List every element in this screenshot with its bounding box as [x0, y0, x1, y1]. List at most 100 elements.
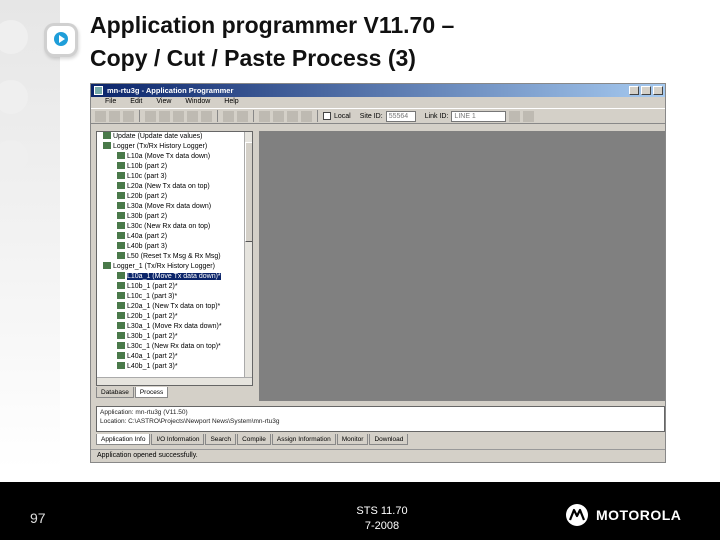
tree-item[interactable]: L20a_1 (New Tx data on top)*: [97, 302, 252, 312]
motorola-m-icon: [566, 504, 588, 526]
tree-item[interactable]: L30b (part 2): [97, 212, 252, 222]
watermark-logo: [0, 20, 28, 54]
link-id-select[interactable]: LINE 1: [451, 110, 507, 122]
tree-item[interactable]: L10b_1 (part 2)*: [97, 282, 252, 292]
process-icon: [117, 312, 125, 319]
window-icon[interactable]: [523, 110, 535, 122]
tab-compile[interactable]: Compile: [237, 434, 271, 445]
tree-item-label: L30a_1 (Move Rx data down)*: [127, 323, 222, 330]
process-icon: [103, 132, 111, 139]
maximize-icon[interactable]: [641, 86, 651, 95]
local-checkbox[interactable]: [323, 112, 331, 120]
process-icon: [117, 362, 125, 369]
slide-footer: 97 STS 11.70 7-2008 MOTOROLA: [0, 482, 720, 540]
link-id-label: Link ID:: [424, 112, 449, 120]
tree-item-label: L20a_1 (New Tx data on top)*: [127, 303, 221, 310]
tab-database[interactable]: Database: [96, 387, 134, 398]
status-bar: Application opened successfully.: [91, 449, 665, 462]
tree-vertical-scrollbar[interactable]: [244, 132, 252, 385]
process-tree: Update (Update date values) Logger (Tx/Rx…: [96, 131, 253, 386]
close-icon[interactable]: [653, 86, 663, 95]
tree-item-label: L30b_1 (part 2)*: [127, 333, 178, 340]
tree-item[interactable]: L10c (part 3): [97, 172, 252, 182]
process-icon: [117, 182, 125, 189]
compile-icon[interactable]: [259, 110, 270, 122]
tree-item-label: L40a (part 2): [127, 233, 168, 240]
monitor-icon[interactable]: [287, 110, 298, 122]
app-icon: [94, 86, 103, 95]
tree-item-label: L20a (New Tx data on top): [127, 183, 210, 190]
copy-icon[interactable]: [173, 110, 184, 122]
tab-process[interactable]: Process: [134, 387, 169, 398]
tab-download[interactable]: Download: [369, 434, 409, 445]
tree-item-label: L40b (part 3): [127, 243, 168, 250]
help-icon[interactable]: [509, 110, 521, 122]
local-label: Local: [334, 112, 351, 120]
tree-item-label: L20b_1 (part 2)*: [127, 313, 178, 320]
tree-item[interactable]: L40b (part 3): [97, 242, 252, 252]
watermark-logo: [0, 140, 28, 174]
tree-item-label: Logger_1 (Tx/Rx History Logger): [113, 263, 215, 270]
find-icon[interactable]: [145, 110, 156, 122]
tree-item[interactable]: L30b_1 (part 2)*: [97, 332, 252, 342]
open-icon[interactable]: [109, 110, 120, 122]
undo-icon[interactable]: [223, 110, 234, 122]
window-title: mn-rtu3g - Application Programmer: [107, 86, 234, 95]
tree-item-label: L40b_1 (part 3)*: [127, 363, 178, 370]
brand-name: MOTOROLA: [596, 507, 682, 523]
tab-monitor[interactable]: Monitor: [336, 434, 369, 445]
footer-date: 7-2008: [364, 520, 400, 532]
site-id-input[interactable]: 55564: [385, 110, 416, 122]
process-icon: [117, 152, 125, 159]
process-icon: [117, 332, 125, 339]
tree-item[interactable]: L10a (Move Tx data down): [97, 152, 252, 162]
tree-item[interactable]: L10b (part 2): [97, 162, 252, 172]
save-icon[interactable]: [123, 110, 134, 122]
tree-item[interactable]: L30a_1 (Move Rx data down)*: [97, 322, 252, 332]
footer-version: STS 11.70: [356, 505, 408, 517]
redo-icon[interactable]: [237, 110, 248, 122]
cut-icon[interactable]: [159, 110, 170, 122]
settings-icon[interactable]: [301, 110, 312, 122]
tree-item[interactable]: L50 (Reset Tx Msg & Rx Msg): [97, 252, 252, 262]
tree-item[interactable]: L30c (New Rx data on top): [97, 222, 252, 232]
tree-item[interactable]: L20b (part 2): [97, 192, 252, 202]
toolbar-separator: [253, 110, 254, 122]
tree-item[interactable]: L30a (Move Rx data down): [97, 202, 252, 212]
output-log: Application: mn-rtu3g (V11.50) Location:…: [96, 406, 665, 432]
delete-icon[interactable]: [201, 110, 212, 122]
paste-icon[interactable]: [187, 110, 198, 122]
tree-item[interactable]: L20b_1 (part 2)*: [97, 312, 252, 322]
menu-edit[interactable]: Edit: [130, 98, 142, 108]
tree-horizontal-scrollbar[interactable]: [97, 377, 252, 385]
tree-item[interactable]: Logger (Tx/Rx History Logger): [97, 142, 252, 152]
tree-item[interactable]: L10a_1 (Move Tx data down)*: [97, 272, 252, 282]
log-line: Application: mn-rtu3g (V11.50): [100, 409, 188, 416]
tab-search[interactable]: Search: [205, 434, 237, 445]
tree-item[interactable]: L40b_1 (part 3)*: [97, 362, 252, 372]
tree-item[interactable]: L40a_1 (part 2)*: [97, 352, 252, 362]
download-icon[interactable]: [273, 110, 284, 122]
tab-io-information[interactable]: I/O Information: [151, 434, 205, 445]
tab-application-info[interactable]: Application Info: [96, 434, 151, 445]
minimize-icon[interactable]: [629, 86, 639, 95]
tree-item[interactable]: L30c_1 (New Rx data on top)*: [97, 342, 252, 352]
tree-item-label: L10b_1 (part 2)*: [127, 283, 178, 290]
tree-item[interactable]: L40a (part 2): [97, 232, 252, 242]
new-icon[interactable]: [95, 110, 106, 122]
toolbar-separator: [139, 110, 140, 122]
process-icon: [117, 282, 125, 289]
scroll-thumb[interactable]: [245, 142, 252, 242]
tree-item[interactable]: L10c_1 (part 3)*: [97, 292, 252, 302]
menu-window[interactable]: Window: [185, 98, 210, 108]
menu-view[interactable]: View: [156, 98, 171, 108]
tree-item[interactable]: Logger_1 (Tx/Rx History Logger): [97, 262, 252, 272]
tree-item[interactable]: Update (Update date values): [97, 132, 252, 142]
tab-assign-information[interactable]: Assign Information: [271, 434, 336, 445]
menu-help[interactable]: Help: [224, 98, 238, 108]
watermark-logo: [0, 80, 28, 114]
process-icon: [117, 302, 125, 309]
menu-file[interactable]: File: [105, 98, 116, 108]
tree-item[interactable]: L20a (New Tx data on top): [97, 182, 252, 192]
tree-item-label: L40a_1 (part 2)*: [127, 353, 178, 360]
